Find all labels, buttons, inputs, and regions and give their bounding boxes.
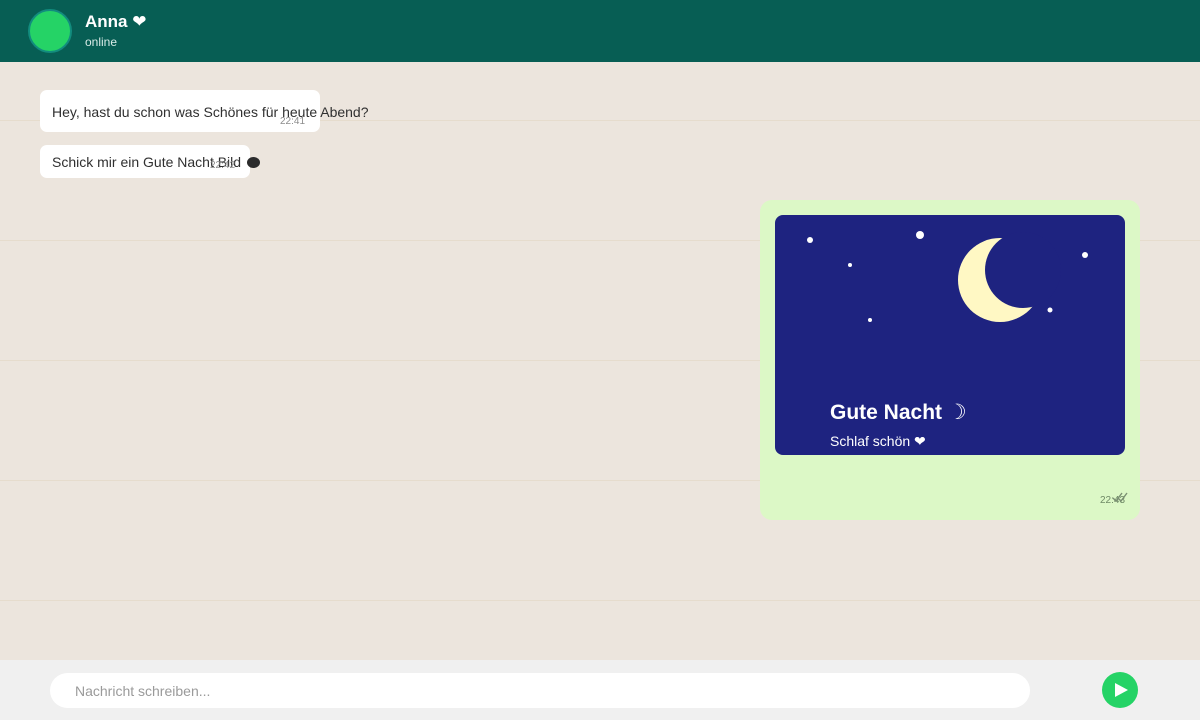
incoming-message[interactable]: Hey, hast du schon was Schönes für heute…	[40, 90, 369, 132]
emoji-face-icon	[246, 157, 260, 168]
contact-status: online	[85, 35, 118, 49]
moon-icon	[958, 232, 1061, 322]
send-icon	[1115, 683, 1128, 697]
message-time: 22:41	[280, 116, 306, 127]
chat-header: Anna ❤ online	[0, 0, 1200, 62]
contact-name[interactable]: Anna ❤	[85, 12, 146, 32]
double-check-icon	[1112, 492, 1128, 503]
outgoing-image-message[interactable]: Gute Nacht ☽ Schlaf schön ❤ 22:43	[760, 200, 1140, 520]
composer-bar	[0, 660, 1200, 720]
star-icon	[1082, 252, 1088, 258]
star-icon	[848, 263, 852, 267]
background-line	[0, 600, 1200, 601]
incoming-message[interactable]: Schick mir ein Gute Nacht Bild 22:42	[40, 145, 260, 178]
star-icon	[807, 237, 813, 243]
image-title: Gute Nacht ☽	[830, 401, 967, 424]
image-subtitle: Schlaf schön ❤	[830, 433, 926, 449]
send-button[interactable]	[1102, 672, 1138, 708]
star-icon	[868, 318, 872, 322]
good-night-image[interactable]: Gute Nacht ☽ Schlaf schön ❤	[775, 215, 1125, 455]
chat-area[interactable]: Hey, hast du schon was Schönes für heute…	[0, 62, 1200, 660]
message-time: 22:42	[210, 160, 236, 171]
star-icon	[916, 231, 924, 239]
avatar[interactable]	[28, 9, 72, 53]
star-icon	[1047, 307, 1053, 313]
message-text: Hey, hast du schon was Schönes für heute…	[52, 104, 369, 120]
message-input[interactable]	[50, 673, 1030, 708]
